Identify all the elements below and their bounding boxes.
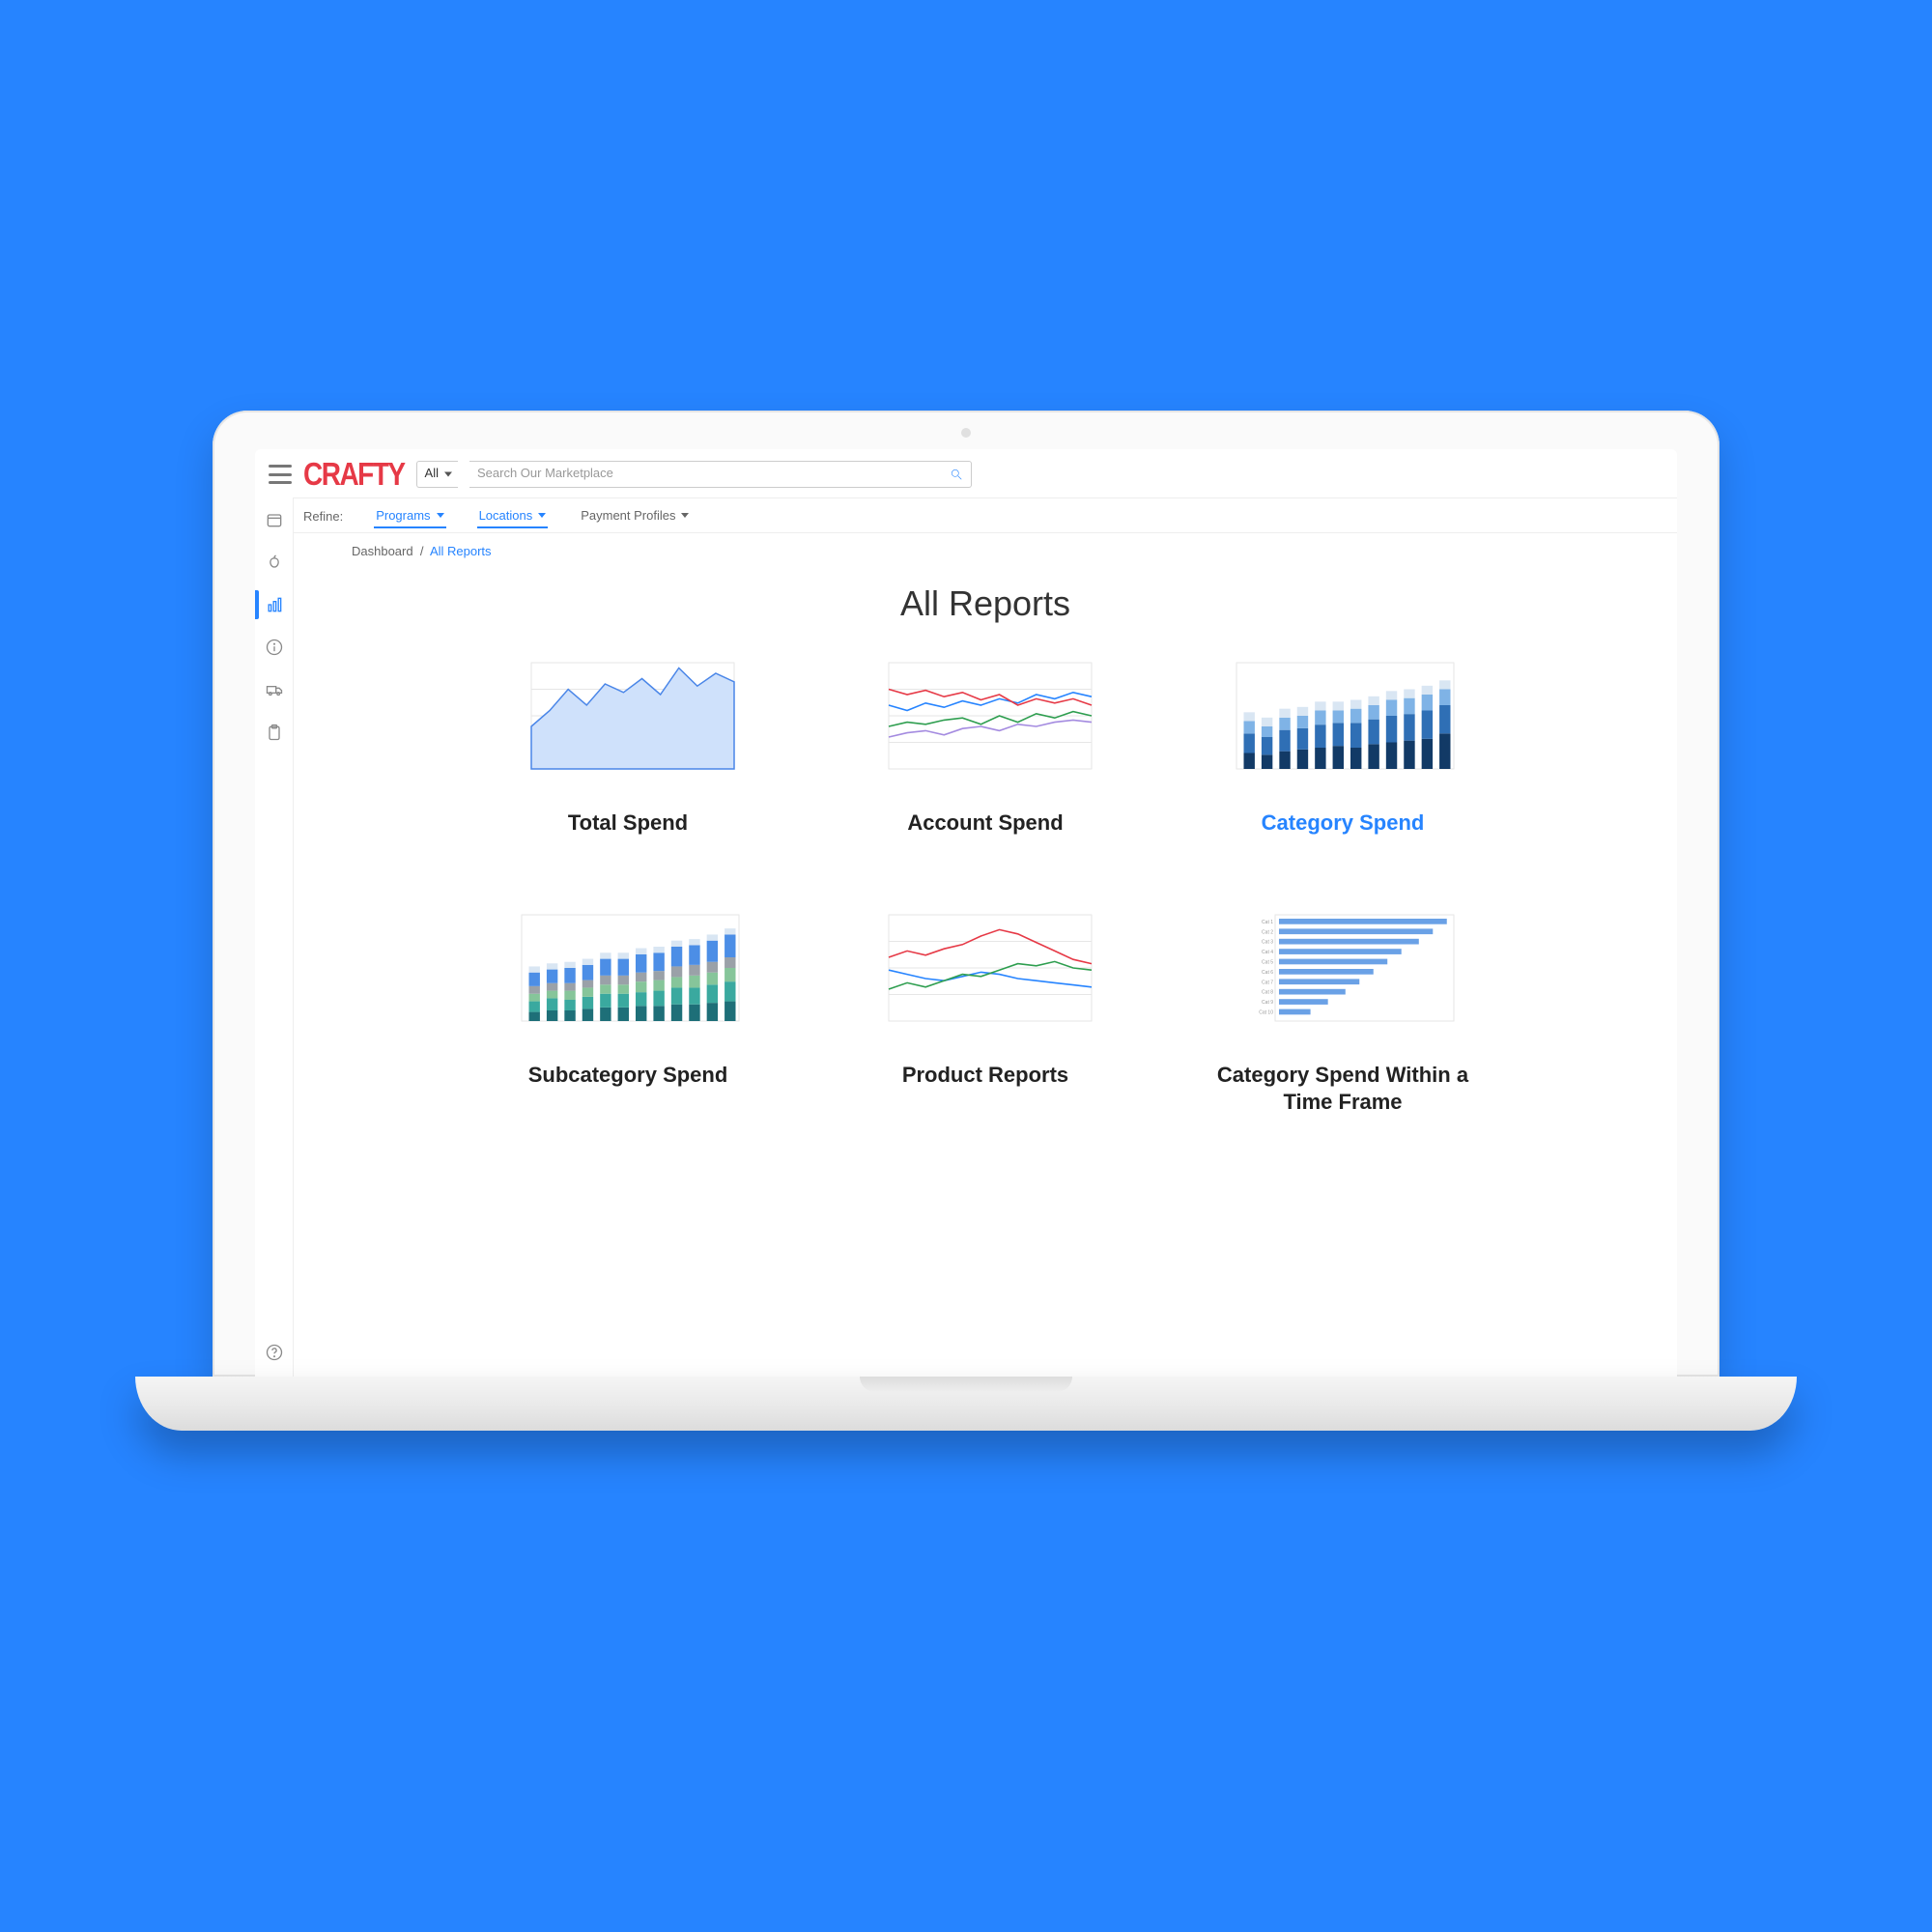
chevron-down-icon bbox=[681, 513, 689, 518]
breadcrumb: Dashboard / All Reports bbox=[294, 530, 1677, 558]
chevron-down-icon bbox=[437, 513, 444, 518]
apple-icon[interactable] bbox=[264, 552, 285, 573]
filter-locations-label: Locations bbox=[479, 508, 533, 523]
truck-icon[interactable] bbox=[264, 679, 285, 700]
hbar-chart-icon: Cat 1 Cat 2 Cat 3 Cat 4 Cat 5 Cat 6 Cat 7 Cat 8… bbox=[1217, 905, 1468, 1040]
chart-thumb-area bbox=[502, 653, 753, 788]
svg-text:Cat 5: Cat 5 bbox=[1262, 959, 1273, 965]
report-card-label: Subcategory Spend bbox=[528, 1062, 728, 1090]
laptop-mockup: CRAFTY All Search Our Marketplace Refine… bbox=[135, 411, 1797, 1521]
info-icon[interactable] bbox=[264, 637, 285, 658]
report-grid: Total Spend bbox=[469, 653, 1502, 1117]
svg-text:Cat 6: Cat 6 bbox=[1262, 969, 1273, 975]
hamburger-menu-icon[interactable] bbox=[269, 465, 292, 484]
svg-text:Cat 2: Cat 2 bbox=[1262, 929, 1273, 935]
svg-text:Cat 8: Cat 8 bbox=[1262, 989, 1273, 995]
search-input[interactable]: Search Our Marketplace bbox=[469, 461, 972, 488]
chart-thumb-stackedbar bbox=[1217, 653, 1468, 788]
filter-payment-profiles-label: Payment Profiles bbox=[581, 508, 675, 523]
left-nav-rail bbox=[255, 497, 294, 1377]
breadcrumb-root[interactable]: Dashboard bbox=[352, 544, 413, 558]
topbar: CRAFTY All Search Our Marketplace bbox=[255, 449, 1677, 498]
report-card-category-spend[interactable]: Category Spend bbox=[1198, 653, 1488, 838]
laptop-camera-notch bbox=[961, 428, 971, 438]
report-card-label: Category Spend bbox=[1262, 810, 1425, 838]
svg-text:Cat 4: Cat 4 bbox=[1262, 950, 1273, 955]
chart-thumb-stackedbar-2 bbox=[502, 905, 753, 1040]
search-box: Search Our Marketplace bbox=[469, 461, 972, 488]
bar-chart-icon bbox=[502, 905, 753, 1040]
help-icon[interactable] bbox=[264, 1342, 285, 1363]
bar-chart-icon bbox=[1217, 653, 1468, 788]
svg-text:Cat 3: Cat 3 bbox=[1262, 939, 1273, 945]
line-chart-icon bbox=[860, 653, 1111, 788]
report-card-total-spend[interactable]: Total Spend bbox=[483, 653, 773, 838]
filter-programs-label: Programs bbox=[376, 508, 430, 523]
search-placeholder: Search Our Marketplace bbox=[477, 466, 613, 480]
brand-logo: CRAFTY bbox=[303, 456, 405, 493]
report-card-label: Account Spend bbox=[907, 810, 1063, 838]
report-card-product-reports[interactable]: Product Reports bbox=[840, 905, 1130, 1117]
report-card-category-spend-timeframe[interactable]: Cat 1 Cat 2 Cat 3 Cat 4 Cat 5 Cat 6 Cat 7 Cat 8… bbox=[1198, 905, 1488, 1117]
svg-text:Cat 7: Cat 7 bbox=[1262, 980, 1273, 985]
report-card-label: Product Reports bbox=[902, 1062, 1068, 1090]
svg-text:Cat 1: Cat 1 bbox=[1262, 919, 1273, 924]
area-chart-icon bbox=[502, 653, 753, 788]
svg-text:Cat 10: Cat 10 bbox=[1259, 1009, 1273, 1015]
report-card-label: Total Spend bbox=[568, 810, 688, 838]
search-icon bbox=[950, 468, 963, 481]
chart-thumb-hbar: Cat 1 Cat 2 Cat 3 Cat 4 Cat 5 Cat 6 Cat 7 Cat 8… bbox=[1217, 905, 1468, 1040]
page-title: All Reports bbox=[469, 583, 1502, 624]
chart-thumb-multiline bbox=[860, 653, 1111, 788]
report-card-label: Category Spend Within a Time Frame bbox=[1198, 1062, 1488, 1117]
breadcrumb-current[interactable]: All Reports bbox=[430, 544, 492, 558]
filter-locations[interactable]: Locations bbox=[477, 504, 549, 528]
app-root: CRAFTY All Search Our Marketplace Refine… bbox=[255, 449, 1677, 1377]
filter-label: Refine: bbox=[303, 509, 343, 524]
report-card-subcategory-spend[interactable]: Subcategory Spend bbox=[483, 905, 773, 1117]
filter-payment-profiles[interactable]: Payment Profiles bbox=[579, 504, 691, 528]
chevron-down-icon bbox=[538, 513, 546, 518]
filterbar: Refine: Programs Locations Payment Profi… bbox=[255, 498, 1677, 533]
laptop-screen: CRAFTY All Search Our Marketplace Refine… bbox=[213, 411, 1719, 1377]
home-icon[interactable] bbox=[264, 509, 285, 530]
clipboard-icon[interactable] bbox=[264, 722, 285, 743]
reports-icon[interactable] bbox=[264, 594, 285, 615]
search-category-select-label: All bbox=[425, 466, 439, 480]
laptop-base bbox=[135, 1377, 1797, 1431]
line-chart-icon bbox=[860, 905, 1111, 1040]
page-scroll: Dashboard / All Reports All Reports bbox=[294, 530, 1677, 1377]
filter-programs[interactable]: Programs bbox=[374, 504, 445, 528]
chart-thumb-multiline-2 bbox=[860, 905, 1111, 1040]
search-category-select[interactable]: All bbox=[416, 461, 458, 488]
page-inner: All Reports bbox=[449, 583, 1521, 1155]
report-card-account-spend[interactable]: Account Spend bbox=[840, 653, 1130, 838]
svg-text:Cat 9: Cat 9 bbox=[1262, 1000, 1273, 1006]
